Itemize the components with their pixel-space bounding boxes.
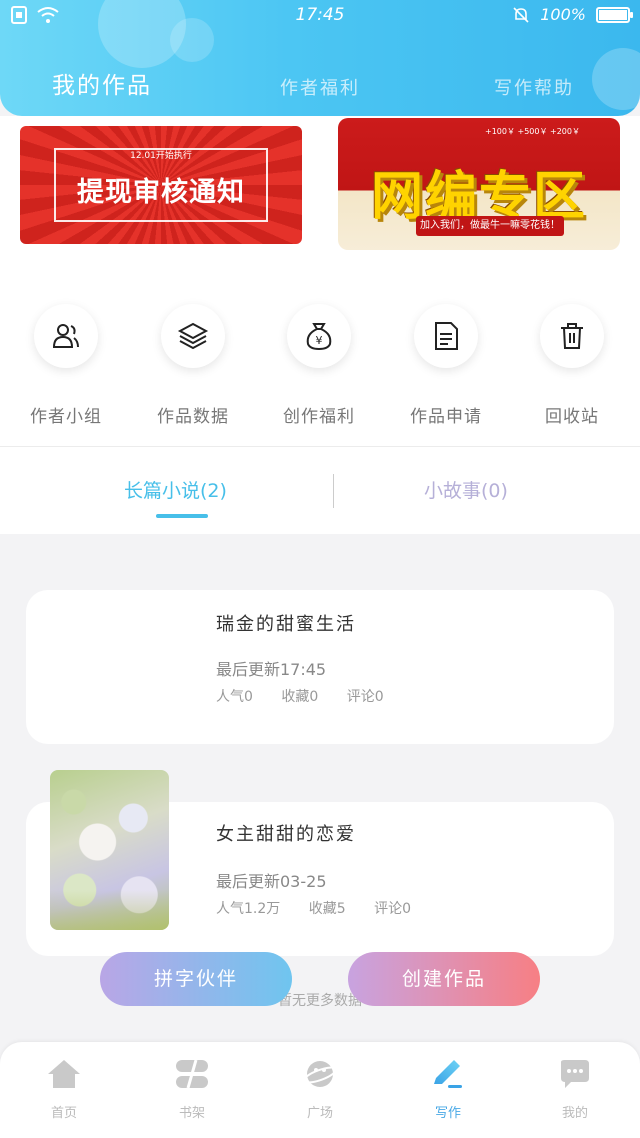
no-more-data: 暂无更多数据 xyxy=(278,993,362,1009)
banner-editor-zone[interactable]: +100￥ +500￥ +200￥ 网编专区 加入我们，做最牛一嘛零花钱！ xyxy=(338,118,620,250)
create-work-button[interactable]: 创建作品 xyxy=(348,952,540,1006)
work-popularity: 人气1.2万 xyxy=(216,901,281,917)
nav-bookshelf[interactable]: 书架 xyxy=(152,1058,232,1121)
pen-icon xyxy=(434,1060,462,1088)
work-popularity: 人气0 xyxy=(216,689,253,705)
work-update-time: 最后更新17:45 xyxy=(216,660,327,679)
tab-my-works[interactable]: 我的作品 xyxy=(52,66,152,100)
work-stats: 人气0 收藏0 评论0 xyxy=(216,686,408,706)
nav-square[interactable]: 广场 xyxy=(280,1058,360,1121)
work-comments: 评论0 xyxy=(346,689,384,705)
tab-author-benefits[interactable]: 作者福利 xyxy=(280,74,360,100)
layers-icon xyxy=(177,322,209,350)
banner-withdrawal-notice[interactable]: 12.01开始执行 提现审核通知 xyxy=(20,126,302,244)
header: 17:45 100% 我的作品 作者福利 写作帮助 xyxy=(0,0,640,116)
active-tab-indicator xyxy=(156,514,208,518)
top-tabs: 我的作品 作者福利 写作帮助 xyxy=(0,60,640,104)
planet-icon xyxy=(302,1061,338,1087)
tab-short-stories[interactable]: 小故事(0) xyxy=(424,476,508,503)
battery-percent: 100% xyxy=(540,5,586,24)
battery-icon xyxy=(596,6,633,23)
nav-write[interactable]: 写作 xyxy=(408,1058,488,1121)
nav-mine[interactable]: 我的 xyxy=(535,1058,615,1121)
feature-work-data[interactable]: 作品数据 xyxy=(133,304,253,427)
feature-work-application[interactable]: 作品申请 xyxy=(386,304,506,427)
banner-title: 提现审核通知 xyxy=(77,177,245,208)
tab-long-novels[interactable]: 长篇小说(2) xyxy=(124,476,227,503)
tab-writing-help[interactable]: 写作帮助 xyxy=(494,74,574,100)
work-card[interactable]: 瑞金的甜蜜生活 最后更新17:45 人气0 收藏0 评论0 xyxy=(26,590,614,744)
bookshelf-icon xyxy=(176,1059,208,1089)
typing-partner-button[interactable]: 拼字伙伴 xyxy=(100,952,292,1006)
work-favorites: 收藏5 xyxy=(308,901,346,917)
user-group-icon xyxy=(52,324,79,348)
work-title: 瑞金的甜蜜生活 xyxy=(216,614,356,635)
nav-home[interactable]: 首页 xyxy=(24,1058,104,1121)
feature-recycle-bin[interactable]: 回收站 xyxy=(512,304,632,427)
work-update-time: 最后更新03-25 xyxy=(216,872,327,891)
banner-date: 12.01开始执行 xyxy=(130,151,192,161)
feature-author-group[interactable]: 作者小组 xyxy=(6,304,126,427)
feature-creation-benefits[interactable]: ¥ 创作福利 xyxy=(259,304,379,427)
work-stats: 人气1.2万 收藏5 评论0 xyxy=(216,898,435,918)
divider xyxy=(0,446,640,447)
tab-separator xyxy=(333,474,334,508)
home-icon xyxy=(48,1060,80,1088)
bottom-nav: 首页 书架 广场 写作 我的 xyxy=(0,1042,640,1138)
mute-bell-icon xyxy=(513,6,529,23)
trash-icon xyxy=(561,323,583,349)
banner-numbers: +100￥ +500￥ +200￥ xyxy=(484,127,580,136)
money-bag-icon: ¥ xyxy=(306,323,332,351)
work-title: 女主甜甜的恋爱 xyxy=(216,824,356,845)
svg-text:¥: ¥ xyxy=(316,334,323,347)
work-comments: 评论0 xyxy=(374,901,412,917)
chat-bubble-icon xyxy=(561,1060,589,1088)
work-favorites: 收藏0 xyxy=(281,689,319,705)
work-cover-image[interactable] xyxy=(50,770,169,930)
status-bar: 17:45 100% xyxy=(0,0,640,32)
document-icon xyxy=(435,322,458,350)
banner-tagline: 加入我们，做最牛一嘛零花钱！ xyxy=(416,216,564,236)
